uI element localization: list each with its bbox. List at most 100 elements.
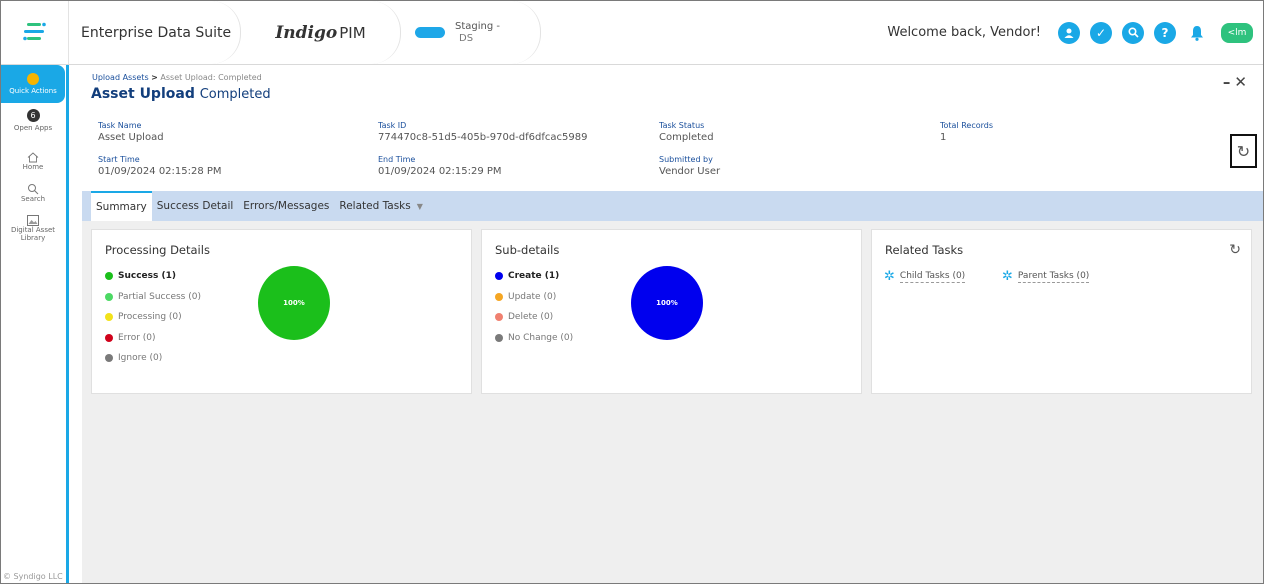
field-start-time: Start Time 01/09/2024 02:15:28 PM — [98, 155, 222, 177]
tab-success-detail[interactable]: Success Detail — [152, 191, 239, 221]
child-tasks-link[interactable]: ✲ Child Tasks (0) — [884, 269, 966, 284]
sub-details-panel: Sub-details Create (1) Update (0) Delete… — [481, 229, 862, 394]
processing-pie-chart[interactable]: 100% — [258, 266, 330, 340]
total-records-label: Total Records — [940, 121, 994, 130]
legend-item-create: Create (1) — [495, 266, 573, 287]
end-time-value: 01/09/2024 02:15:29 PM — [378, 166, 502, 177]
submitted-by-value: Vendor User — [659, 166, 721, 177]
copyright-text: © Syndigo LLC — [3, 572, 63, 581]
sub-details-title: Sub-details — [495, 243, 560, 257]
task-id-value: 774470c8-51d5-405b-970d-df6dfcac5989 — [378, 132, 588, 143]
sidebar-item-home[interactable]: Home — [1, 152, 65, 171]
tab-errors-messages[interactable]: Errors/Messages — [238, 191, 334, 221]
legend-label: No Change (0) — [508, 332, 574, 343]
related-tasks-panel: Related Tasks ↻ ✲ Child Tasks (0) ✲ Pare… — [871, 229, 1252, 394]
pim-suffix: PIM — [339, 23, 366, 42]
pie-percent-label: 100% — [656, 299, 678, 307]
field-end-time: End Time 01/09/2024 02:15:29 PM — [378, 155, 502, 177]
sidebar-item-label: Home — [22, 163, 44, 171]
bell-icon[interactable] — [1186, 22, 1208, 44]
environment-label: Staging - — [455, 20, 500, 32]
pim-brand: Indigo — [275, 22, 338, 43]
legend-item-error: Error (0) — [105, 328, 201, 349]
tab-related-tasks[interactable]: Related Tasks ▼ — [334, 191, 428, 221]
home-icon — [27, 152, 39, 163]
field-task-name: Task Name Asset Upload — [98, 121, 164, 143]
sidebar-item-quick-actions[interactable]: Quick Actions — [1, 65, 65, 103]
partial-success-dot-icon — [105, 292, 113, 301]
task-name-value: Asset Upload — [98, 132, 164, 143]
app-menu-button[interactable] — [1, 1, 69, 64]
welcome-text: Welcome back, Vendor! — [887, 25, 1041, 40]
user-icon[interactable] — [1058, 21, 1080, 44]
legend-item-ignore: Ignore (0) — [105, 348, 201, 369]
syndigo-logo-icon — [22, 22, 46, 40]
sidebar-item-label: Quick Actions — [9, 87, 57, 95]
caret-down-icon: ▼ — [416, 201, 423, 211]
environment-selector[interactable]: Staging - DS — [401, 1, 541, 64]
ignore-dot-icon — [105, 354, 113, 363]
total-records-value: 1 — [940, 132, 947, 143]
task-status-label: Task Status — [659, 121, 705, 130]
left-sidebar: Quick Actions 6 Open Apps Home Search Di… — [1, 65, 69, 583]
help-icon[interactable]: ? — [1154, 21, 1176, 44]
suite-name: Enterprise Data Suite — [81, 24, 232, 41]
sidebar-item-label: Open Apps — [13, 124, 53, 132]
refresh-button[interactable]: ↻ — [1230, 134, 1257, 168]
processing-dot-icon — [105, 313, 113, 322]
tab-bar: Summary Success Detail Errors/Messages R… — [82, 191, 1263, 221]
breadcrumb-parent-link[interactable]: Upload Assets — [92, 73, 149, 82]
refresh-icon[interactable]: ↻ — [1229, 242, 1241, 258]
legend-item-partial-success: Partial Success (0) — [105, 287, 201, 308]
breadcrumb-current: Asset Upload: Completed — [160, 73, 262, 82]
close-icon[interactable]: ✕ — [1234, 73, 1251, 91]
start-time-value: 01/09/2024 02:15:28 PM — [98, 166, 222, 177]
check-circle-icon[interactable]: ✓ — [1090, 21, 1112, 44]
legend-label: Update (0) — [508, 291, 557, 302]
search-icon — [28, 184, 39, 195]
sidebar-item-digital-asset-library[interactable]: Digital Asset Library — [1, 215, 65, 242]
minimize-icon[interactable]: – — [1223, 73, 1235, 91]
tab-summary[interactable]: Summary — [91, 191, 152, 221]
update-dot-icon — [495, 292, 503, 301]
sub-details-pie-chart[interactable]: 100% — [631, 266, 703, 340]
refresh-icon: ↻ — [1236, 141, 1251, 161]
search-icon[interactable] — [1122, 21, 1144, 44]
user-badge[interactable]: <lm — [1221, 22, 1253, 43]
processing-details-title: Processing Details — [105, 243, 210, 257]
sidebar-item-search[interactable]: Search — [1, 183, 65, 203]
page-title: Asset Upload Completed — [91, 86, 271, 102]
legend-item-no-change: No Change (0) — [495, 328, 573, 349]
top-bar: Enterprise Data Suite Indigo PIM Staging… — [1, 1, 1263, 65]
suite-switcher[interactable]: Enterprise Data Suite — [69, 1, 241, 64]
legend-item-delete: Delete (0) — [495, 307, 573, 328]
processing-details-panel: Processing Details Success (1) Partial S… — [91, 229, 472, 394]
app-window: Enterprise Data Suite Indigo PIM Staging… — [0, 0, 1264, 584]
legend-item-success: Success (1) — [105, 266, 201, 287]
start-time-label: Start Time — [98, 155, 140, 164]
task-name-label: Task Name — [98, 121, 142, 130]
related-tasks-title: Related Tasks — [885, 243, 964, 257]
breadcrumb: Upload Assets > Asset Upload: Completed — [92, 73, 262, 82]
sidebar-item-label: Digital Asset Library — [10, 226, 56, 242]
error-dot-icon — [105, 333, 113, 342]
hierarchy-icon: ✲ — [1002, 269, 1013, 284]
page-title-text: Asset Upload — [91, 86, 195, 102]
legend-label: Create (1) — [508, 271, 560, 282]
child-tasks-label: Child Tasks (0) — [899, 270, 966, 283]
field-task-id: Task ID 774470c8-51d5-405b-970d-df6dfcac… — [378, 121, 587, 143]
submitted-by-label: Submitted by — [659, 155, 713, 164]
legend-label: Ignore (0) — [118, 353, 163, 364]
parent-tasks-link[interactable]: ✲ Parent Tasks (0) — [1002, 269, 1090, 284]
pim-app-link[interactable]: Indigo PIM — [241, 1, 401, 64]
end-time-label: End Time — [378, 155, 416, 164]
tab-related-tasks-label: Related Tasks — [339, 200, 411, 212]
processing-legend: Success (1) Partial Success (0) Processi… — [105, 266, 201, 369]
legend-label: Error (0) — [118, 332, 156, 343]
image-icon — [27, 215, 39, 226]
legend-label: Success (1) — [118, 271, 176, 282]
environment-pill-icon — [415, 27, 445, 38]
environment-sub: DS — [459, 32, 474, 44]
sidebar-item-open-apps[interactable]: 6 Open Apps — [1, 109, 65, 132]
delete-dot-icon — [495, 313, 503, 322]
